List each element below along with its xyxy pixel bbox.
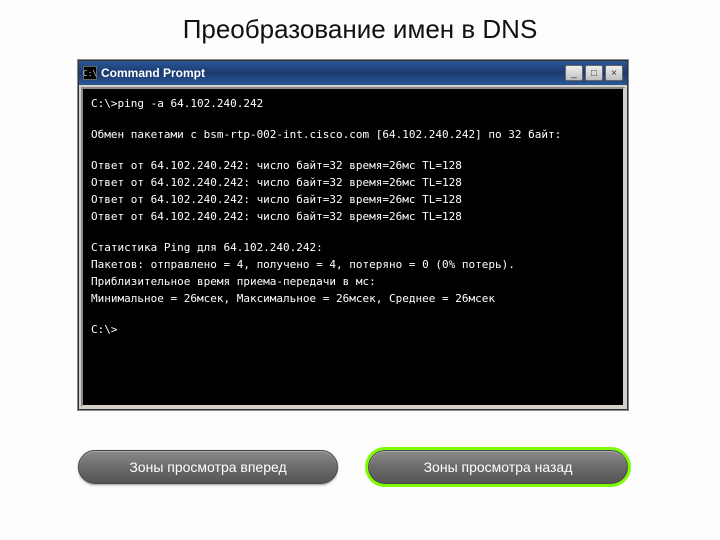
terminal-line: Минимальное = 26мсек, Максимальное = 26м… [91,290,615,307]
terminal-line: Ответ от 64.102.240.242: число байт=32 в… [91,174,615,191]
terminal-line: Статистика Ping для 64.102.240.242: [91,239,615,256]
command-prompt-window: C:\ Command Prompt _ □ × C:\>ping -a 64.… [78,60,628,410]
forward-zones-button[interactable]: Зоны просмотра вперед [78,450,338,484]
reverse-zones-button[interactable]: Зоны просмотра назад [368,450,628,484]
terminal-line: Обмен пакетами с bsm-rtp-002-int.cisco.c… [91,126,615,143]
window-title: Command Prompt [101,66,565,80]
terminal-line: C:\> [91,321,615,338]
terminal-output: C:\>ping -a 64.102.240.242 Обмен пакетам… [81,87,625,407]
minimize-button[interactable]: _ [565,65,583,81]
terminal-line: Пакетов: отправлено = 4, получено = 4, п… [91,256,615,273]
terminal-line: C:\>ping -a 64.102.240.242 [91,95,615,112]
slide-title: Преобразование имен в DNS [0,0,720,55]
cmd-icon: C:\ [83,66,97,80]
maximize-button[interactable]: □ [585,65,603,81]
titlebar[interactable]: C:\ Command Prompt _ □ × [79,61,627,85]
window-controls: _ □ × [565,65,623,81]
terminal-line: Ответ от 64.102.240.242: число байт=32 в… [91,157,615,174]
terminal-line: Ответ от 64.102.240.242: число байт=32 в… [91,191,615,208]
nav-buttons-row: Зоны просмотра вперед Зоны просмотра наз… [78,450,628,484]
terminal-line: Приблизительное время приема-передачи в … [91,273,615,290]
close-button[interactable]: × [605,65,623,81]
terminal-line: Ответ от 64.102.240.242: число байт=32 в… [91,208,615,225]
